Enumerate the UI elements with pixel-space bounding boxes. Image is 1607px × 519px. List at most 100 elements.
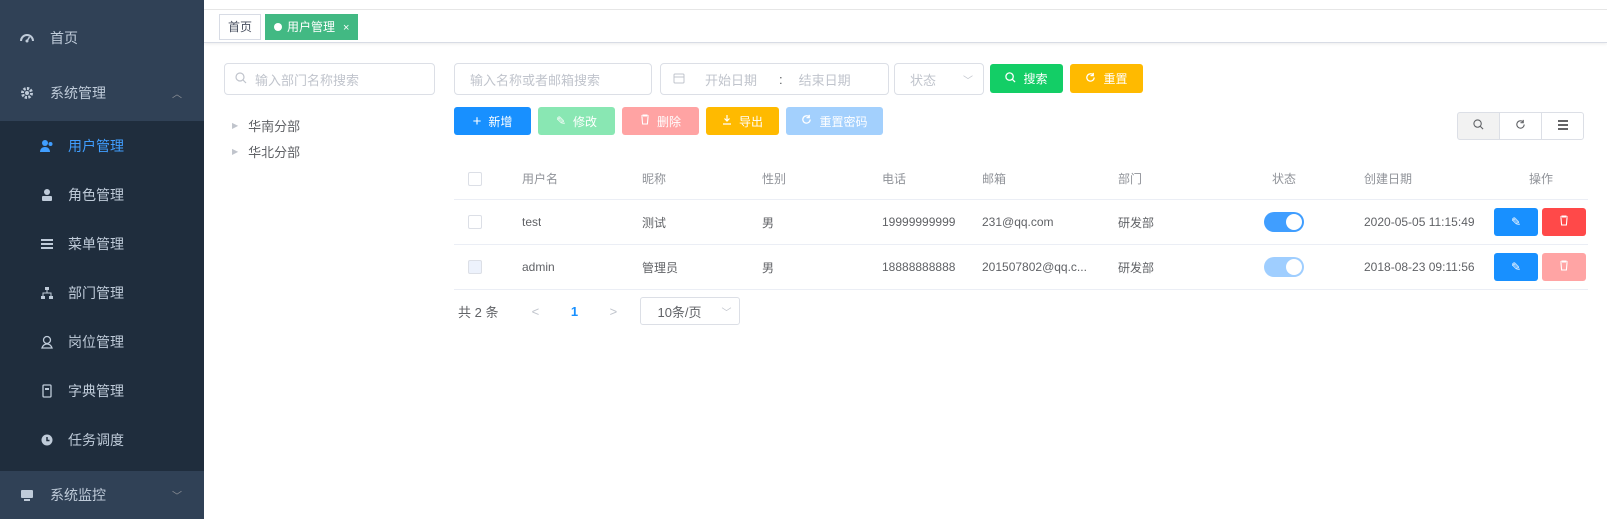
tree-node[interactable]: ▶ 华北分部 [232,141,300,161]
chevron-up-icon: ︿ [172,89,182,101]
search-button[interactable]: 搜索 [990,64,1063,93]
cell-created: 2018-08-23 09:11:56 [1364,260,1475,274]
status-select[interactable]: 状态 ﹀ [894,63,984,95]
edit-button-label: 修改 [573,114,598,129]
cell-dept: 研发部 [1118,260,1155,275]
edit-icon: ✎ [1510,260,1522,274]
menu-monitor-label: 系统监控 [50,487,106,503]
sidebar-item-dept[interactable]: 部门管理 [0,268,204,318]
table-row[interactable]: admin 管理员 男 18888888888 201507802@qq.c..… [454,245,1588,290]
tag-home-label: 首页 [228,20,253,34]
menu-monitor[interactable]: 系统监控 ﹀ [0,471,204,519]
edit-button[interactable]: ✎ 修改 [538,107,615,135]
delete-button[interactable]: 删除 [622,107,699,135]
menu-system[interactable]: 系统管理 ︿ [0,65,204,121]
system-submenu: 用户管理 角色管理 菜单管理 部门管理 岗位管理 字典管理 任务调度 [0,121,204,471]
dept-search-input[interactable]: 输入部门名称搜索 [224,63,435,95]
header-email: 邮箱 [982,172,1007,186]
refresh-icon [1085,72,1096,86]
sidebar-item-dict[interactable]: 字典管理 [0,366,204,416]
columns-button[interactable] [1541,112,1584,140]
sidebar-item-job[interactable]: 岗位管理 [0,317,204,367]
keyword-search-input[interactable]: 输入名称或者邮箱搜索 [454,63,652,95]
status-switch-cell [1264,245,1304,289]
reset-button[interactable]: 重置 [1070,64,1143,93]
cell-dept: 研发部 [1118,215,1155,230]
header-status: 状态 [1271,172,1296,186]
toggle-search-button[interactable] [1457,112,1500,140]
menu-home[interactable]: 首页 [0,10,204,66]
trash-icon [1559,215,1569,229]
caret-right-icon[interactable]: ▶ [232,121,238,130]
search-icon [1473,119,1484,133]
sidebar-item-label: 角色管理 [68,187,124,203]
tag-user-manage[interactable]: 用户管理 × [265,14,359,40]
checkbox[interactable] [468,171,482,186]
header-actions: 操作 [1528,172,1553,186]
row-edit-button[interactable]: ✎ [1494,208,1538,236]
tag-active-label: 用户管理 [287,20,336,34]
sidebar-item-menu[interactable]: 菜单管理 [0,219,204,269]
row-delete-button[interactable] [1542,208,1586,236]
search-icon [235,71,247,87]
refresh-button[interactable] [1499,112,1542,140]
prev-page-button[interactable]: < [520,304,550,319]
header-username[interactable]: 用户名 [522,158,558,199]
header-created[interactable]: 创建日期 [1364,158,1412,199]
trash-icon [640,114,650,128]
row-edit-button[interactable]: ✎ [1494,253,1538,281]
reset-password-button[interactable]: 重置密码 [786,107,883,135]
tree-node[interactable]: ▶ 华南分部 [232,115,300,135]
chevron-down-icon: ﹀ [172,491,182,503]
cell-phone: 19999999999 [882,215,956,229]
pagination-total: 共 2 条 [458,304,499,320]
cell-gender: 男 [762,215,775,230]
range-separator: : [779,71,783,87]
export-button[interactable]: 导出 [706,107,779,135]
role-icon [40,188,54,202]
cell-phone: 18888888888 [882,260,956,274]
end-date-placeholder: 结束日期 [798,72,851,88]
cell-nickname: 测试 [642,215,667,230]
export-button-label: 导出 [738,114,763,129]
calendar-icon [673,72,685,87]
tag-home[interactable]: 首页 [219,14,262,40]
clock-icon [40,433,54,447]
reset-password-label: 重置密码 [819,114,868,129]
page-size-label: 10条/页 [657,304,702,320]
cell-gender: 男 [762,260,775,275]
menu-home-label: 首页 [50,30,78,46]
next-page-button[interactable]: > [598,304,628,319]
tree-node-label: 华南分部 [248,118,301,134]
page-number[interactable]: 1 [550,304,598,319]
menu-icon [40,237,54,251]
start-date-placeholder: 开始日期 [705,72,758,88]
select-all-checkbox[interactable] [468,158,482,199]
plus-icon: + [472,112,482,130]
date-range-picker[interactable]: 开始日期 : 结束日期 [660,63,889,95]
sidebar-item-role[interactable]: 角色管理 [0,170,204,220]
table-row[interactable]: test 测试 男 19999999999 231@qq.com 研发部 202… [454,200,1588,245]
checkbox[interactable] [468,215,482,229]
sidebar-item-label: 菜单管理 [68,236,124,252]
search-icon [1005,71,1017,86]
sidebar-item-timing[interactable]: 任务调度 [0,415,204,465]
user-icon [40,139,54,153]
caret-right-icon[interactable]: ▶ [232,147,238,156]
row-checkbox[interactable] [468,200,482,244]
close-icon[interactable]: × [343,22,349,34]
sidebar-item-user[interactable]: 用户管理 [0,121,204,171]
cell-created: 2020-05-05 11:15:49 [1364,215,1475,229]
chevron-down-icon: ﹀ [721,307,732,319]
chevron-down-icon: ﹀ [963,75,973,87]
keyword-placeholder: 输入名称或者邮箱搜索 [470,72,601,88]
header-nickname: 昵称 [642,172,667,186]
dept-icon [40,286,54,300]
delete-button-label: 删除 [656,114,681,129]
status-switch[interactable] [1264,212,1304,232]
add-button[interactable]: + 新增 [454,107,531,135]
page-size-select[interactable]: 10条/页 ﹀ [640,297,741,325]
sidebar-item-label: 岗位管理 [68,334,124,350]
list-icon [1557,119,1569,133]
active-dot-icon [274,23,282,31]
